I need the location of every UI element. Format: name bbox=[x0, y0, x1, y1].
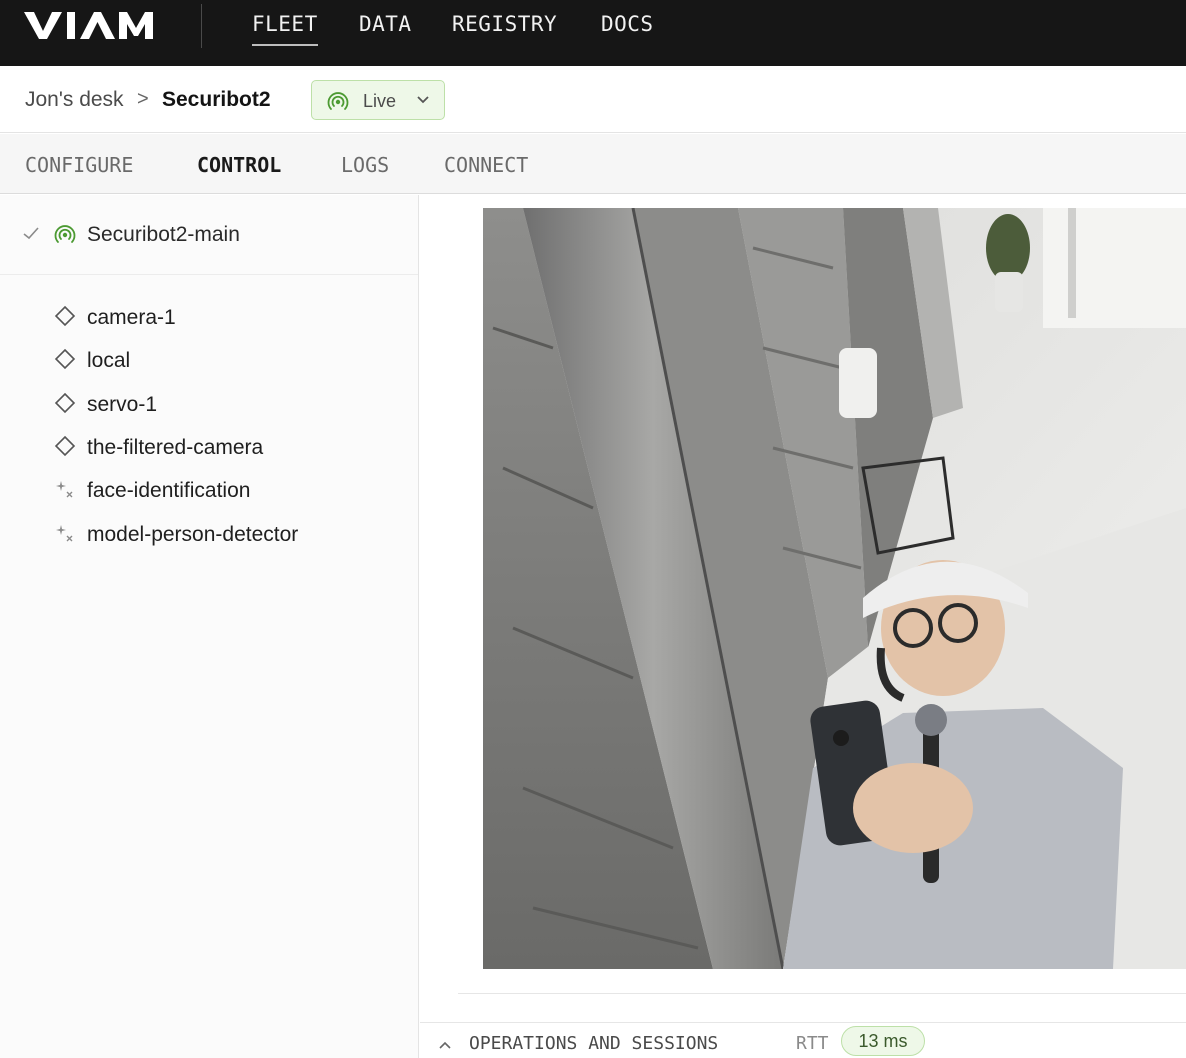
resource-item[interactable]: local bbox=[0, 340, 418, 380]
component-diamond-icon bbox=[54, 305, 76, 332]
resource-item[interactable]: the-filtered-camera bbox=[0, 427, 418, 467]
machine-part-row[interactable]: Securibot2-main bbox=[0, 195, 418, 275]
control-panel: OPERATIONS AND SESSIONS RTT 13 ms bbox=[420, 195, 1186, 1058]
chevron-down-icon bbox=[416, 93, 430, 112]
resource-item[interactable]: camera-1 bbox=[0, 297, 418, 337]
nav-registry[interactable]: REGISTRY bbox=[452, 12, 557, 36]
service-sparkle-icon bbox=[54, 478, 76, 505]
resource-item[interactable]: face-identification bbox=[0, 470, 418, 510]
breadcrumb-separator: > bbox=[137, 88, 149, 110]
camera-feed bbox=[483, 208, 1186, 969]
machine-tabs: CONFIGURE CONTROL LOGS CONNECT bbox=[0, 134, 1186, 194]
component-diamond-icon bbox=[54, 348, 76, 375]
resource-name: camera-1 bbox=[87, 306, 176, 329]
resource-name: model-person-detector bbox=[87, 523, 299, 546]
machine-part-name: Securibot2-main bbox=[87, 223, 240, 246]
chevron-up-icon[interactable] bbox=[438, 1037, 452, 1055]
viam-logo[interactable] bbox=[24, 10, 154, 40]
breadcrumb: Jon's desk > Securibot2 Live bbox=[0, 66, 1186, 133]
tab-connect[interactable]: CONNECT bbox=[444, 153, 528, 177]
nav-data[interactable]: DATA bbox=[359, 12, 412, 36]
nav-docs[interactable]: DOCS bbox=[601, 12, 654, 36]
check-icon bbox=[22, 225, 40, 246]
tab-configure[interactable]: CONFIGURE bbox=[25, 153, 133, 177]
resource-name: local bbox=[87, 349, 131, 372]
operations-sessions-bar: OPERATIONS AND SESSIONS RTT 13 ms bbox=[420, 1022, 1186, 1058]
resource-item[interactable]: model-person-detector bbox=[0, 514, 418, 554]
signal-icon bbox=[54, 223, 76, 250]
live-status-label: Live bbox=[363, 91, 397, 111]
service-sparkle-icon bbox=[54, 522, 76, 549]
nav-fleet[interactable]: FLEET bbox=[252, 12, 318, 46]
resource-item[interactable]: servo-1 bbox=[0, 384, 418, 424]
top-navigation: FLEET DATA REGISTRY DOCS bbox=[0, 0, 1186, 66]
rtt-badge: 13 ms bbox=[841, 1026, 925, 1056]
breadcrumb-machine: Securibot2 bbox=[162, 88, 271, 111]
resource-sidebar: Securibot2-main camera-1 local servo-1 t… bbox=[0, 195, 419, 1058]
resource-name: face-identification bbox=[87, 479, 251, 502]
feed-divider bbox=[458, 993, 1186, 994]
tab-logs[interactable]: LOGS bbox=[341, 153, 389, 177]
resource-name: the-filtered-camera bbox=[87, 436, 264, 459]
nav-divider bbox=[201, 4, 202, 48]
tab-control[interactable]: CONTROL bbox=[197, 153, 281, 177]
resource-name: servo-1 bbox=[87, 393, 158, 416]
signal-icon bbox=[327, 90, 349, 117]
breadcrumb-location[interactable]: Jon's desk bbox=[25, 88, 124, 112]
component-diamond-icon bbox=[54, 435, 76, 462]
live-status-dropdown[interactable]: Live bbox=[311, 80, 445, 120]
rtt-label: RTT bbox=[796, 1033, 829, 1054]
operations-sessions-toggle[interactable]: OPERATIONS AND SESSIONS bbox=[469, 1033, 718, 1054]
component-diamond-icon bbox=[54, 392, 76, 419]
